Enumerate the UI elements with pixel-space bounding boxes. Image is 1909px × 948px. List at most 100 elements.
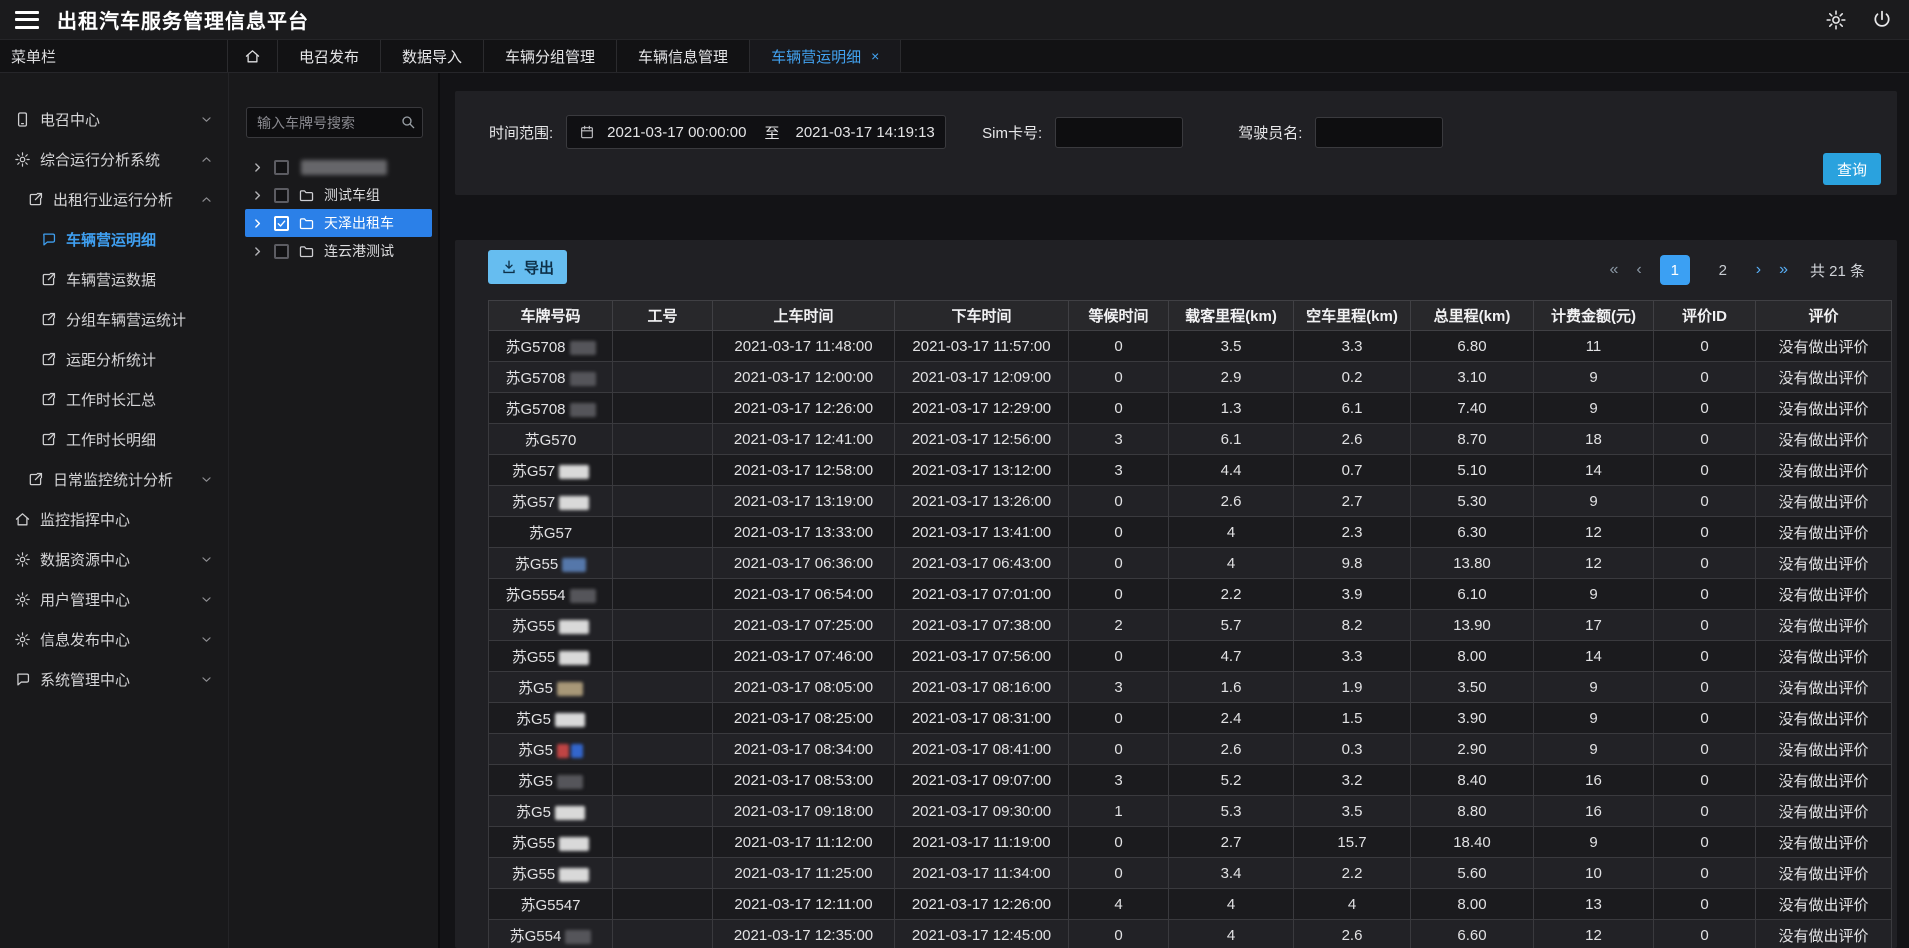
sidebar-item-1[interactable]: 综合运行分析系统 — [0, 139, 228, 179]
sidebar-item-14[interactable]: 系统管理中心 — [0, 659, 228, 699]
cell-wait-time: 0 — [1069, 920, 1169, 948]
cell-plate: 苏G5 — [489, 703, 613, 734]
time-range-label: 时间范围: — [489, 122, 553, 143]
export-button[interactable]: 导出 — [488, 250, 567, 284]
cell-job — [613, 796, 713, 827]
cell-empty-km: 2.6 — [1294, 920, 1411, 948]
redaction-mask — [565, 930, 591, 944]
cell-job — [613, 734, 713, 765]
checkbox-checked[interactable] — [274, 216, 289, 231]
tree-item-2[interactable]: 天泽出租车 — [245, 209, 432, 237]
redaction-mask — [570, 589, 596, 603]
redaction-mask — [559, 620, 589, 634]
cell-alight-time: 2021-03-17 11:19:00 — [895, 827, 1069, 858]
table-row: 苏G572021-03-17 12:58:002021-03-17 13:12:… — [489, 455, 1892, 486]
cell-alight-time: 2021-03-17 08:31:00 — [895, 703, 1069, 734]
first-page-button[interactable]: « — [1610, 261, 1619, 279]
cell-rating: 没有做出评价 — [1756, 579, 1892, 610]
tab-1[interactable]: 电召发布 — [278, 40, 381, 72]
tree-item-0[interactable] — [245, 153, 432, 181]
sidebar-item-8[interactable]: 工作时长明细 — [0, 419, 228, 459]
sidebar-item-5[interactable]: 分组车辆营运统计 — [0, 299, 228, 339]
sidebar-item-3[interactable]: 车辆营运明细 — [0, 219, 228, 259]
checkbox-unchecked[interactable] — [274, 188, 289, 203]
tab-close-icon[interactable]: × — [871, 48, 879, 64]
page-title: 出租汽车服务管理信息平台 — [57, 5, 309, 34]
tab-2[interactable]: 数据导入 — [381, 40, 484, 72]
sidebar-item-11[interactable]: 数据资源中心 — [0, 539, 228, 579]
cell-loaded-km: 2.7 — [1169, 827, 1294, 858]
caret-right-icon[interactable] — [251, 189, 264, 202]
driver-name-input[interactable] — [1315, 117, 1443, 148]
cell-wait-time: 0 — [1069, 703, 1169, 734]
cell-rating: 没有做出评价 — [1756, 889, 1892, 920]
cell-board-time: 2021-03-17 06:36:00 — [713, 548, 895, 579]
power-icon[interactable] — [1871, 9, 1893, 31]
checkbox-unchecked[interactable] — [274, 160, 289, 175]
cell-plate: 苏G570 — [489, 424, 613, 455]
table-row: 苏G52021-03-17 08:05:002021-03-17 08:16:0… — [489, 672, 1892, 703]
last-page-button[interactable]: » — [1779, 261, 1788, 279]
menu-icon[interactable] — [15, 11, 39, 29]
table-row: 苏G52021-03-17 09:18:002021-03-17 09:30:0… — [489, 796, 1892, 827]
sidebar-item-12[interactable]: 用户管理中心 — [0, 579, 228, 619]
cell-rating: 没有做出评价 — [1756, 858, 1892, 889]
tab-4[interactable]: 车辆信息管理 — [617, 40, 750, 72]
folder-icon — [298, 243, 315, 260]
cell-total-km: 8.00 — [1411, 641, 1534, 672]
sidebar-item-4[interactable]: 车辆营运数据 — [0, 259, 228, 299]
checkbox-unchecked[interactable] — [274, 244, 289, 259]
cell-rating-id: 0 — [1654, 393, 1756, 424]
cell-rating: 没有做出评价 — [1756, 424, 1892, 455]
tab-label: 数据导入 — [402, 46, 462, 67]
sim-input[interactable] — [1055, 117, 1183, 148]
cell-plate: 苏G57 — [489, 486, 613, 517]
page-button-2[interactable]: 2 — [1708, 255, 1738, 285]
tab-label: 车辆信息管理 — [638, 46, 728, 67]
cell-empty-km: 8.2 — [1294, 610, 1411, 641]
column-header: 工号 — [613, 301, 713, 331]
tab-home[interactable] — [228, 40, 278, 72]
sidebar-item-7[interactable]: 工作时长汇总 — [0, 379, 228, 419]
query-button[interactable]: 查询 — [1823, 153, 1881, 185]
cell-wait-time: 1 — [1069, 796, 1169, 827]
cell-alight-time: 2021-03-17 13:26:00 — [895, 486, 1069, 517]
cell-board-time: 2021-03-17 12:41:00 — [713, 424, 895, 455]
cell-alight-time: 2021-03-17 12:29:00 — [895, 393, 1069, 424]
plate-search-input[interactable] — [246, 107, 423, 138]
page-button-1[interactable]: 1 — [1660, 255, 1690, 285]
cell-total-km: 7.40 — [1411, 393, 1534, 424]
cell-total-km: 5.60 — [1411, 858, 1534, 889]
cell-plate: 苏G5 — [489, 672, 613, 703]
prev-page-button[interactable]: ‹ — [1636, 261, 1641, 279]
cell-wait-time: 0 — [1069, 548, 1169, 579]
caret-right-icon[interactable] — [251, 161, 264, 174]
caret-right-icon[interactable] — [251, 245, 264, 258]
sidebar-item-6[interactable]: 运距分析统计 — [0, 339, 228, 379]
sidebar-item-0[interactable]: 电召中心 — [0, 99, 228, 139]
time-range-picker[interactable]: 2021-03-17 00:00:00 至 2021-03-17 14:19:1… — [566, 115, 946, 149]
tablet-icon — [14, 111, 31, 128]
tree-item-1[interactable]: 测试车组 — [245, 181, 432, 209]
tab-label: 车辆营运明细 — [771, 46, 861, 67]
cell-alight-time: 2021-03-17 07:56:00 — [895, 641, 1069, 672]
sidebar-item-2[interactable]: 出租行业运行分析 — [0, 179, 228, 219]
sidebar-item-10[interactable]: 监控指挥中心 — [0, 499, 228, 539]
caret-right-icon[interactable] — [251, 217, 264, 230]
search-icon[interactable] — [400, 114, 416, 130]
gear-icon[interactable] — [1825, 9, 1847, 31]
tree-item-3[interactable]: 连云港测试 — [245, 237, 432, 265]
sidebar-item-13[interactable]: 信息发布中心 — [0, 619, 228, 659]
cell-fee: 12 — [1534, 920, 1654, 948]
cell-fee: 9 — [1534, 827, 1654, 858]
sidebar-item-9[interactable]: 日常监控统计分析 — [0, 459, 228, 499]
table-row: 苏G57082021-03-17 12:26:002021-03-17 12:2… — [489, 393, 1892, 424]
tab-3[interactable]: 车辆分组管理 — [484, 40, 617, 72]
cell-rating-id: 0 — [1654, 455, 1756, 486]
tab-5[interactable]: 车辆营运明细 × — [750, 40, 901, 72]
table-row: 苏G57082021-03-17 12:00:002021-03-17 12:0… — [489, 362, 1892, 393]
cell-empty-km: 0.7 — [1294, 455, 1411, 486]
sidebar-item-label: 日常监控统计分析 — [53, 469, 173, 490]
next-page-button[interactable]: › — [1756, 261, 1761, 279]
cell-wait-time: 0 — [1069, 827, 1169, 858]
